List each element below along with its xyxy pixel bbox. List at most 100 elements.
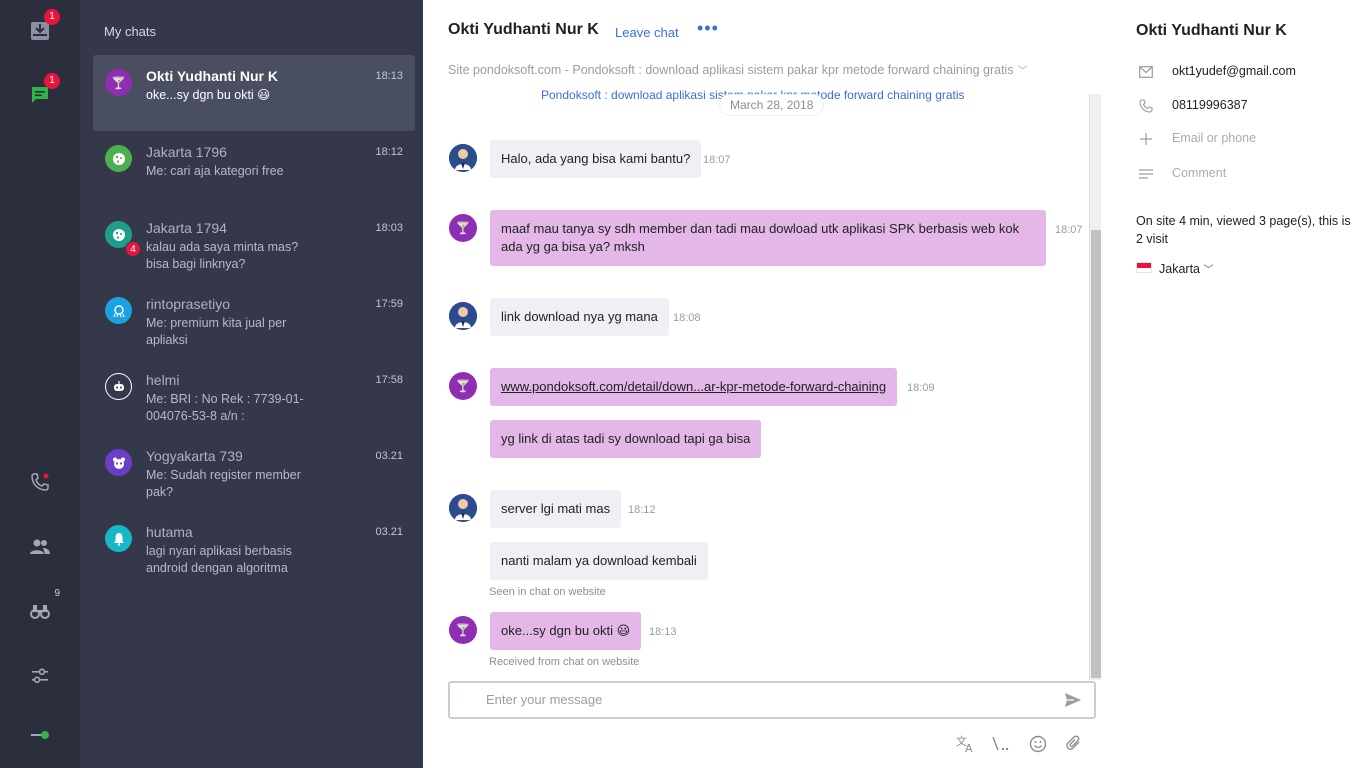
- cocktail-icon: 🍸: [449, 616, 477, 644]
- scrollbar-thumb[interactable]: [1091, 230, 1101, 678]
- indonesia-flag-icon: [1136, 262, 1152, 273]
- message-input[interactable]: [486, 692, 1046, 707]
- seen-status: Seen in chat on website: [489, 586, 606, 598]
- send-icon[interactable]: [1062, 690, 1084, 710]
- plus-icon: [1138, 131, 1154, 147]
- email-row[interactable]: okt1yudef@gmail.com: [1136, 62, 1356, 82]
- more-options-icon[interactable]: •••: [697, 18, 719, 39]
- chat-preview: Me: cari aja kategori free: [146, 164, 284, 178]
- cocktail-icon: 🍸: [449, 372, 477, 400]
- received-status: Received from chat on website: [489, 656, 640, 668]
- attachment-icon[interactable]: [1063, 734, 1085, 754]
- translate-icon[interactable]: 文A: [955, 734, 977, 754]
- chat-list-item[interactable]: 🍸 Okti Yudhanti Nur K 18:13 oke...sy dgn…: [93, 55, 415, 131]
- chats-badge: 1: [44, 73, 60, 89]
- chat-name: hutama: [146, 524, 193, 540]
- emoji-icon[interactable]: [1027, 734, 1049, 754]
- chat-time: 18:13: [375, 70, 403, 82]
- message-time: 18:07: [1055, 224, 1083, 236]
- chats-icon[interactable]: 1: [26, 73, 60, 109]
- chat-time: 17:58: [375, 374, 403, 386]
- message-bubble: link download nya yg mana: [490, 298, 669, 336]
- canned-response-icon[interactable]: [990, 734, 1012, 754]
- chat-name: Okti Yudhanti Nur K: [146, 68, 278, 84]
- visitor-phone: 08119996387: [1172, 98, 1248, 112]
- chat-name: Jakarta 1794: [146, 220, 227, 236]
- unread-badge: 4: [125, 241, 141, 257]
- message-bubble: Halo, ada yang bisa kami bantu?: [490, 140, 702, 178]
- inbox-icon[interactable]: 1: [26, 9, 60, 45]
- leave-chat-link[interactable]: Leave chat: [615, 25, 679, 40]
- octopus-icon: [105, 297, 132, 324]
- phone-icon[interactable]: [26, 468, 54, 496]
- visitor-email: okt1yudef@gmail.com: [1172, 64, 1296, 78]
- chevron-down-icon: ﹀: [1017, 66, 1028, 77]
- visited-site-text: Site pondoksoft.com - Pondoksoft : downl…: [448, 63, 1014, 77]
- message-time: 18:13: [649, 626, 677, 638]
- chat-list-panel: My chats 🍸 Okti Yudhanti Nur K 18:13 oke…: [80, 0, 423, 768]
- visitor-name: Okti Yudhanti Nur K: [1136, 22, 1287, 39]
- agent-avatar: [449, 302, 477, 330]
- visit-info: On site 4 min, viewed 3 page(s), this is…: [1136, 214, 1351, 246]
- visitor-details: Okti Yudhanti Nur K okt1yudef@gmail.com …: [1113, 0, 1366, 768]
- nav-rail: 1 1 9: [0, 0, 80, 768]
- add-contact-placeholder: Email or phone: [1172, 131, 1257, 145]
- chat-time: 18:03: [375, 222, 403, 234]
- comment-placeholder: Comment: [1172, 166, 1227, 180]
- add-contact-row[interactable]: Email or phone: [1136, 129, 1356, 149]
- chat-preview: Me: premium kita jual per apliaksi: [146, 316, 287, 347]
- status-toggle-icon[interactable]: [26, 721, 54, 749]
- chat-preview: Me: BRI : No Rek : 7739-01-004076-53-8 a…: [146, 392, 304, 423]
- comment-lines-icon: [1138, 166, 1154, 182]
- chat-time: 03.21: [375, 450, 403, 462]
- chat-name: helmi: [146, 372, 180, 388]
- svg-text:A: A: [965, 742, 973, 753]
- download-link[interactable]: www.pondoksoft.com/detail/down...ar-kpr-…: [501, 379, 886, 394]
- message-scrollbar[interactable]: [1089, 94, 1101, 680]
- inbox-badge: 1: [44, 9, 60, 25]
- message-bubble: server lgi mati mas: [490, 490, 622, 528]
- chat-list-item[interactable]: Jakarta 1796 18:12 Me: cari aja kategori…: [93, 131, 415, 207]
- cocktail-icon: 🍸: [105, 69, 132, 96]
- message-bubble: maaf mau tanya sy sdh member dan tadi ma…: [490, 210, 1046, 266]
- message-bubble: www.pondoksoft.com/detail/down...ar-kpr-…: [490, 368, 898, 406]
- agent-avatar: [449, 144, 477, 172]
- date-separator: March 28, 2018: [719, 94, 825, 116]
- robot-icon: [105, 373, 132, 400]
- envelope-icon: [1138, 64, 1154, 80]
- message-composer: [448, 681, 1096, 719]
- phone-row[interactable]: 08119996387: [1136, 96, 1356, 116]
- message-time: 18:12: [628, 504, 656, 516]
- message-bubble: nanti malam ya download kembali: [490, 542, 708, 580]
- cookie-icon: [105, 145, 132, 172]
- visited-site-dropdown[interactable]: Site pondoksoft.com - Pondoksoft : downl…: [448, 62, 1028, 77]
- chat-list-item[interactable]: rintoprasetiyo 17:59 Me: premium kita ju…: [93, 283, 415, 359]
- visitor-location: Jakarta: [1159, 262, 1200, 276]
- message-bubble: yg link di atas tadi sy download tapi ga…: [490, 420, 762, 458]
- bell-icon: [105, 525, 132, 552]
- customers-icon[interactable]: [26, 533, 54, 561]
- chat-name: Yogyakarta 739: [146, 448, 243, 464]
- chat-list-item[interactable]: helmi 17:58 Me: BRI : No Rek : 7739-01-0…: [93, 359, 415, 435]
- binoculars-icon[interactable]: 9: [26, 588, 60, 625]
- message-time: 18:08: [673, 312, 701, 324]
- chat-list-item[interactable]: Yogyakarta 739 03.21 Me: Sudah register …: [93, 435, 415, 511]
- message-time: 18:07: [703, 154, 731, 166]
- chat-preview: lagi nyari aplikasi berbasis android den…: [146, 544, 292, 575]
- phone-icon: [1138, 98, 1154, 114]
- chat-main: Okti Yudhanti Nur K Leave chat ••• Site …: [423, 0, 1113, 768]
- message-stream: Pondoksoft : download aplikasi sistem pa…: [423, 88, 1099, 680]
- message-time: 18:09: [907, 382, 935, 394]
- chat-name: Jakarta 1796: [146, 144, 227, 160]
- chat-time: 18:12: [375, 146, 403, 158]
- chat-time: 17:59: [375, 298, 403, 310]
- chat-list-item[interactable]: hutama 03.21 lagi nyari aplikasi berbasi…: [93, 511, 415, 587]
- chat-preview: Me: Sudah register member pak?: [146, 468, 301, 499]
- comment-row[interactable]: Comment: [1136, 164, 1356, 184]
- cocktail-icon: 🍸: [449, 214, 477, 242]
- panda-icon: [105, 449, 132, 476]
- settings-sliders-icon[interactable]: [26, 662, 54, 690]
- chat-list-item[interactable]: 4 Jakarta 1794 18:03 kalau ada saya mint…: [93, 207, 415, 283]
- chat-preview: kalau ada saya minta mas? bisa bagi link…: [146, 240, 299, 271]
- chat-list-title: My chats: [104, 24, 157, 39]
